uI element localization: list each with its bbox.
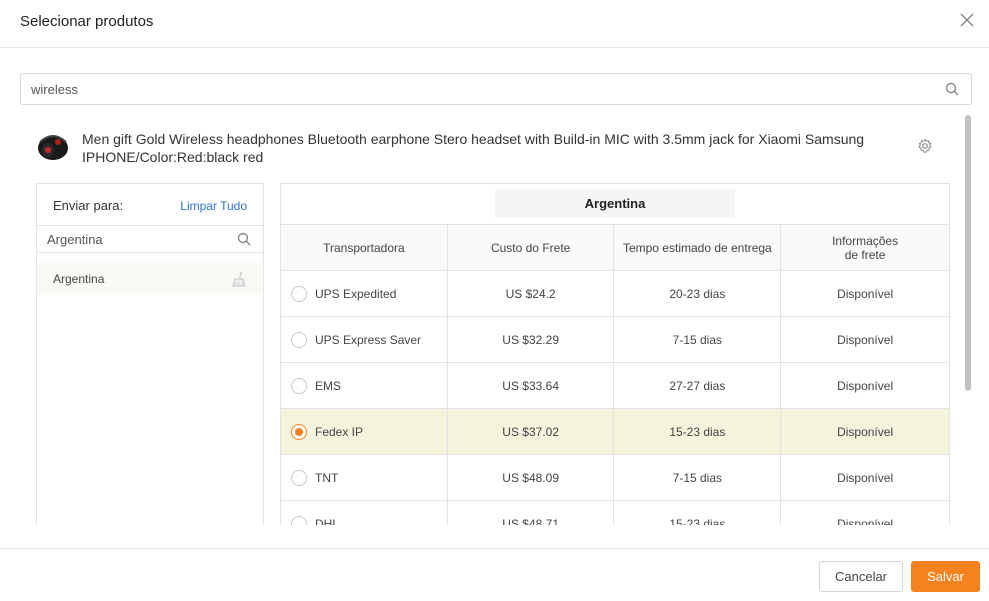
column-header-info-line1: Informações (832, 233, 899, 248)
column-header-carrier: Transportadora (281, 224, 448, 271)
delivery-time-cell: 15-23 dias (613, 500, 782, 525)
dialog-title: Selecionar produtos (20, 13, 154, 30)
carrier-name: Fedex IP (315, 424, 364, 439)
carrier-name: TNT (315, 470, 339, 485)
dialog-footer: Cancelar Salvar (0, 548, 989, 601)
product-search-input[interactable] (31, 74, 931, 104)
shipping-cost-cell: US $32.29 (446, 316, 615, 363)
shipping-info-cell: Disponível (780, 316, 949, 363)
carrier-cell[interactable]: UPS Expedited (281, 270, 448, 317)
shipping-info-cell: Disponível (780, 454, 949, 501)
carrier-name: UPS Express Saver (315, 332, 422, 347)
delivery-time-cell: 20-23 dias (613, 270, 782, 317)
column-header-cost: Custo do Frete (446, 224, 615, 271)
select-products-dialog: Selecionar produtos Men gift Gold Wirele… (0, 0, 989, 601)
carrier-cell[interactable]: DHL (281, 500, 448, 526)
carrier-cell[interactable]: UPS Express Saver (281, 316, 448, 363)
dialog-header: Selecionar produtos (0, 0, 989, 48)
carrier-radio[interactable] (291, 515, 307, 525)
cancel-button[interactable]: Cancelar (819, 561, 903, 592)
shipping-rates-panel: Argentina Transportadora Custo do Frete … (280, 183, 950, 525)
carrier-cell[interactable]: EMS (281, 362, 448, 409)
shipping-info-cell: Disponível (780, 408, 949, 455)
shipping-cost-cell: US $48.09 (446, 454, 615, 501)
delivery-time-cell: 27-27 dias (613, 362, 782, 409)
gear-icon[interactable] (917, 138, 933, 154)
table-row[interactable]: UPS Expedited US $24.2 20-23 dias Disponíve… (281, 270, 949, 317)
shipping-info-cell: Disponível (780, 270, 949, 317)
search-icon[interactable] (945, 82, 959, 96)
table-row[interactable]: DHL US $48.71 15-23 dias Disponível (281, 500, 949, 526)
table-row[interactable]: Fedex IP US $37.02 15-23 dias Disponível (281, 408, 949, 455)
save-button[interactable]: Salvar (911, 561, 980, 592)
close-icon[interactable] (959, 12, 975, 28)
clear-country-icon[interactable] (231, 271, 247, 287)
scrollbar-thumb[interactable] (965, 115, 971, 391)
shipping-rates-table: Transportadora Custo do Frete Tempo esti… (281, 224, 949, 526)
product-thumbnail (38, 135, 68, 160)
carrier-name: EMS (315, 378, 342, 393)
clear-all-link[interactable]: Limpar Tudo (180, 199, 247, 213)
column-header-time: Tempo estimado de entrega (613, 224, 782, 271)
carrier-radio[interactable] (291, 377, 307, 394)
delivery-time-cell: 7-15 dias (613, 316, 782, 363)
delivery-time-cell: 15-23 dias (613, 408, 782, 455)
shipping-cost-cell: US $33.64 (446, 362, 615, 409)
product-search-box (20, 73, 972, 105)
carrier-name: DHL (315, 516, 340, 526)
country-search-box (37, 225, 263, 253)
table-row[interactable]: EMS US $33.64 27-27 dias Disponível (281, 362, 949, 409)
shipping-cost-cell: US $48.71 (446, 500, 615, 525)
column-header-info: Informações de frete (780, 224, 949, 271)
carrier-radio[interactable] (291, 331, 307, 348)
carrier-name: UPS Expedited (315, 286, 397, 301)
country-list-item[interactable]: Argentina (37, 263, 263, 295)
column-header-info-line2: de frete (844, 247, 886, 262)
carrier-radio[interactable] (291, 423, 307, 440)
carrier-radio[interactable] (291, 469, 307, 486)
shipping-info-cell: Disponível (780, 500, 949, 525)
shipping-info-cell: Disponível (780, 362, 949, 409)
ship-to-panel: Enviar para: Limpar Tudo Argentina (36, 183, 264, 525)
product-name: Men gift Gold Wireless headphones Blueto… (82, 131, 865, 165)
search-icon[interactable] (237, 232, 251, 246)
country-name: Argentina (53, 272, 105, 286)
country-search-input[interactable] (47, 226, 227, 252)
shipping-cost-cell: US $24.2 (446, 270, 615, 317)
tab-argentina[interactable]: Argentina (495, 189, 735, 218)
table-row[interactable]: UPS Express Saver US $32.29 7-15 dias Dispo… (281, 316, 949, 363)
shipping-cost-cell: US $37.02 (446, 408, 615, 455)
carrier-cell[interactable]: TNT (281, 454, 448, 501)
table-header-row: Transportadora Custo do Frete Tempo esti… (281, 224, 949, 271)
carrier-radio[interactable] (291, 285, 307, 302)
carrier-cell[interactable]: Fedex IP (281, 408, 448, 455)
delivery-time-cell: 7-15 dias (613, 454, 782, 501)
product-row: Men gift Gold Wireless headphones Blueto… (36, 130, 946, 170)
table-row[interactable]: TNT US $48.09 7-15 dias Disponível (281, 454, 949, 501)
ship-to-title: Enviar para: (53, 198, 124, 213)
